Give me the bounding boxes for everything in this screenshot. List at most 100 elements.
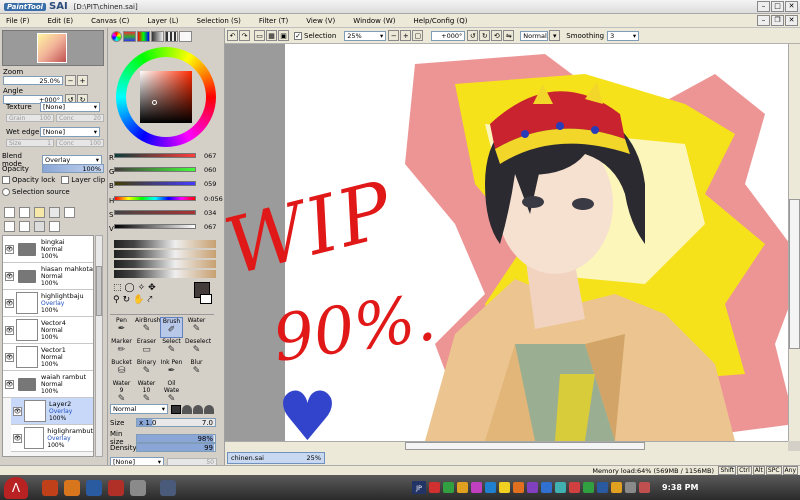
edge-size-slider[interactable]: Size 1 [6,139,54,147]
density-slider[interactable]: 99 [136,443,216,452]
horizontal-scrollbar[interactable] [225,441,788,451]
minimize-button[interactable]: – [757,1,770,12]
r-slider[interactable] [114,153,196,158]
tray-icon[interactable] [485,482,496,493]
visibility-eye-icon[interactable]: 👁 [5,379,14,389]
smoothing-dropdown[interactable]: 3 ▾ [607,30,640,41]
tool-pen[interactable]: Pen ✒ [110,317,133,338]
maximize-button[interactable]: □ [771,1,784,12]
v-slider[interactable] [114,224,196,229]
language-indicator[interactable]: JP [412,481,426,494]
layer-item[interactable]: 👁 hiasan mahkota Normal 100% [3,263,93,290]
redo-icon[interactable]: ↷ [239,30,250,41]
tray-icon[interactable] [499,482,510,493]
layer-item[interactable]: 👁 Vector4 Normal 100% [3,317,93,344]
tool-water[interactable]: Water ✎ [185,317,208,338]
color-wheel[interactable] [116,47,216,147]
layer-item[interactable]: 👁 waiah rambut Normal 100% [3,371,93,398]
zoom-dropdown[interactable]: 25% ▾ [344,30,387,41]
tool-blur[interactable]: Blur ✎ [185,359,208,380]
undo-icon[interactable]: ↶ [227,30,238,41]
brush-shape-icon[interactable] [171,404,181,414]
taskbar-firefox-icon[interactable] [64,479,80,496]
new-layer-icon[interactable] [4,207,15,218]
tray-icon[interactable] [471,482,482,493]
canvas-area[interactable]: WIP 90%. ♥ [225,44,788,441]
tray-icon[interactable] [597,482,608,493]
toolbar-rotate-reset-icon[interactable]: ⟲ [491,30,503,41]
tray-icon[interactable] [583,482,594,493]
move-icon[interactable]: ✥ [148,283,156,293]
tray-icon[interactable] [443,482,454,493]
deselect-toolbar-icon[interactable]: ▭ [254,30,265,41]
show-selection-icon[interactable]: ▣ [278,30,289,41]
brush-shape-soft-icon[interactable] [193,404,203,414]
scratchpad-tab-icon[interactable] [179,31,192,42]
visibility-eye-icon[interactable]: 👁 [13,433,22,443]
tray-icon[interactable] [569,482,580,493]
grain-slider[interactable]: Grain 100 [6,114,54,122]
layer-item[interactable]: 👁 bingkai Normal 100% [3,236,93,263]
layer-item[interactable]: 👁 higlighrambut Overlay 100% [11,425,93,452]
color-wheel-tab-icon[interactable] [111,31,122,42]
menu-selection[interactable]: Selection (S) [191,17,247,25]
tool-binary[interactable]: Binary ✎ [135,359,158,380]
layer-item[interactable]: 👁 highlightbaju Overlay 100% [3,290,93,317]
layer-clip-checkbox[interactable] [61,176,70,184]
stabilizer-mode-dropdown[interactable]: Normal [520,30,549,41]
navigator-thumbnail[interactable] [2,30,104,66]
marquee-icon[interactable]: ⬚ [113,283,122,293]
brush-shape-round-icon[interactable] [182,404,192,414]
tray-icon[interactable] [541,482,552,493]
tray-icon[interactable] [639,482,650,493]
tray-icon[interactable] [457,482,468,493]
size-slider[interactable]: x 1.0 7.0 [136,418,216,427]
start-button[interactable]: Λ [4,476,28,499]
eyedropper-icon[interactable]: ⤤ [147,295,152,305]
merge-down-icon[interactable] [19,221,30,232]
tray-icon[interactable] [429,482,440,493]
layer-list[interactable]: 👁 bingkai Normal 100% 👁 hiasan mahkota Norm… [2,235,94,457]
layer-item-selected[interactable]: 👁 Layer2 Overlay 100% [11,398,93,425]
s-slider[interactable] [114,210,196,215]
wet-edge-dropdown[interactable]: [None] ▾ [40,127,100,137]
selection-source-checkbox[interactable] [2,188,10,196]
menu-edit[interactable]: Edit (E) [41,17,79,25]
hand-tool-icon[interactable]: ✋ [133,295,144,305]
brush-shape-flat-icon[interactable] [204,404,214,414]
menu-layer[interactable]: Layer (L) [141,17,184,25]
taskbar-explorer-icon[interactable] [86,479,102,496]
zoom-out-button[interactable]: − [65,75,76,86]
toolbar-zoom-in-icon[interactable]: + [400,30,412,41]
copy-layer-icon[interactable] [49,207,60,218]
taskbar-app2-icon[interactable] [108,479,124,496]
tool-water-9[interactable]: Water 9 ✎ [110,380,133,404]
visibility-eye-icon[interactable]: 👁 [5,352,14,362]
tool-airbrush[interactable]: AirBrush ✎ [135,317,161,338]
menu-view[interactable]: View (V) [300,17,341,25]
rgb-sliders-tab-icon[interactable] [123,31,136,42]
angle-dropdown[interactable]: +000° [431,30,466,41]
hsv-sliders-tab-icon[interactable] [137,31,150,42]
texture-dropdown[interactable]: [None] ▾ [40,102,100,112]
layer-scrollbar[interactable] [95,235,103,457]
visibility-eye-icon[interactable]: 👁 [5,298,14,308]
transfer-down-icon[interactable] [4,221,15,232]
menu-canvas[interactable]: Canvas (C) [85,17,135,25]
doc-restore-button[interactable]: ❐ [771,15,784,26]
h-slider[interactable] [114,196,196,201]
toolbar-rotate-left-icon[interactable]: ↺ [467,30,479,41]
menu-file[interactable]: File (F) [0,17,35,25]
tool-brush[interactable]: Brush ✐ [160,317,183,338]
color-mixer[interactable] [114,238,216,278]
magic-wand-icon[interactable]: ✧ [138,283,146,293]
tool-bucket[interactable]: Bucket ⛁ [110,359,133,380]
taskbar-sai-icon[interactable] [160,479,176,496]
conc-slider[interactable]: Conc 20 [56,114,104,122]
tray-icon[interactable] [611,482,622,493]
menu-filter[interactable]: Filter (T) [253,17,294,25]
g-slider[interactable] [114,167,196,172]
zoom-field[interactable]: 25.0% [3,76,63,85]
layer-mask-icon[interactable] [64,207,75,218]
taskbar-app-icon[interactable] [42,479,58,496]
